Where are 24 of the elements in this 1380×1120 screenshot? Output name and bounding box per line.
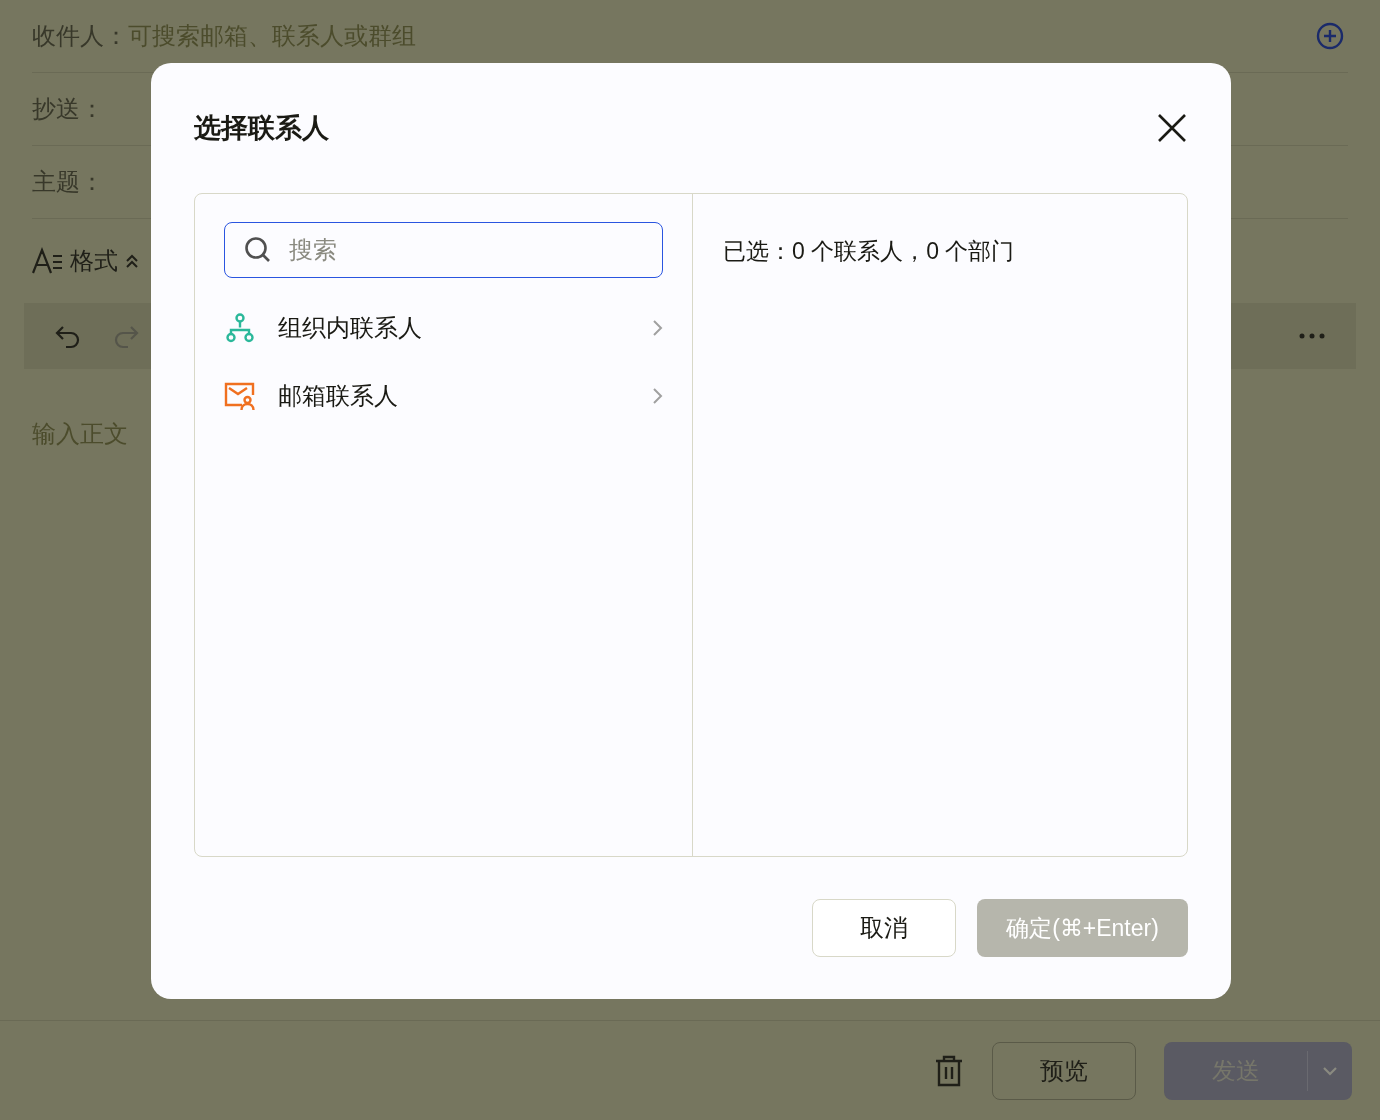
contact-source-label: 组织内联系人 — [278, 313, 423, 343]
double-chevron-up-icon[interactable] — [124, 253, 140, 269]
format-label[interactable]: 格式 — [70, 243, 118, 279]
dialog-title: 选择联系人 — [194, 111, 329, 145]
cancel-button[interactable]: 取消 — [812, 899, 956, 957]
mail-contact-icon — [224, 380, 256, 412]
trash-icon[interactable] — [934, 1054, 964, 1087]
cc-label: 抄送： — [32, 94, 104, 124]
contact-source-item[interactable]: 邮箱联系人 — [224, 362, 663, 430]
more-icon[interactable] — [1298, 332, 1326, 340]
contact-source-item[interactable]: 组织内联系人 — [224, 294, 663, 362]
search-field[interactable]: 搜索 — [224, 222, 663, 278]
selection-summary: 已选：0 个联系人，0 个部门 — [723, 238, 1015, 264]
close-icon[interactable] — [1156, 112, 1188, 144]
subject-label: 主题： — [32, 167, 104, 197]
contact-source-label: 邮箱联系人 — [278, 381, 399, 411]
text-format-icon[interactable] — [32, 247, 64, 275]
recipient-label: 收件人： — [32, 21, 128, 51]
add-circle-icon[interactable] — [1316, 22, 1344, 50]
search-icon — [244, 236, 272, 264]
chevron-right-icon — [651, 319, 663, 337]
preview-button[interactable]: 预览 — [992, 1041, 1136, 1100]
chevron-right-icon — [651, 387, 663, 405]
org-chart-icon — [224, 312, 256, 344]
